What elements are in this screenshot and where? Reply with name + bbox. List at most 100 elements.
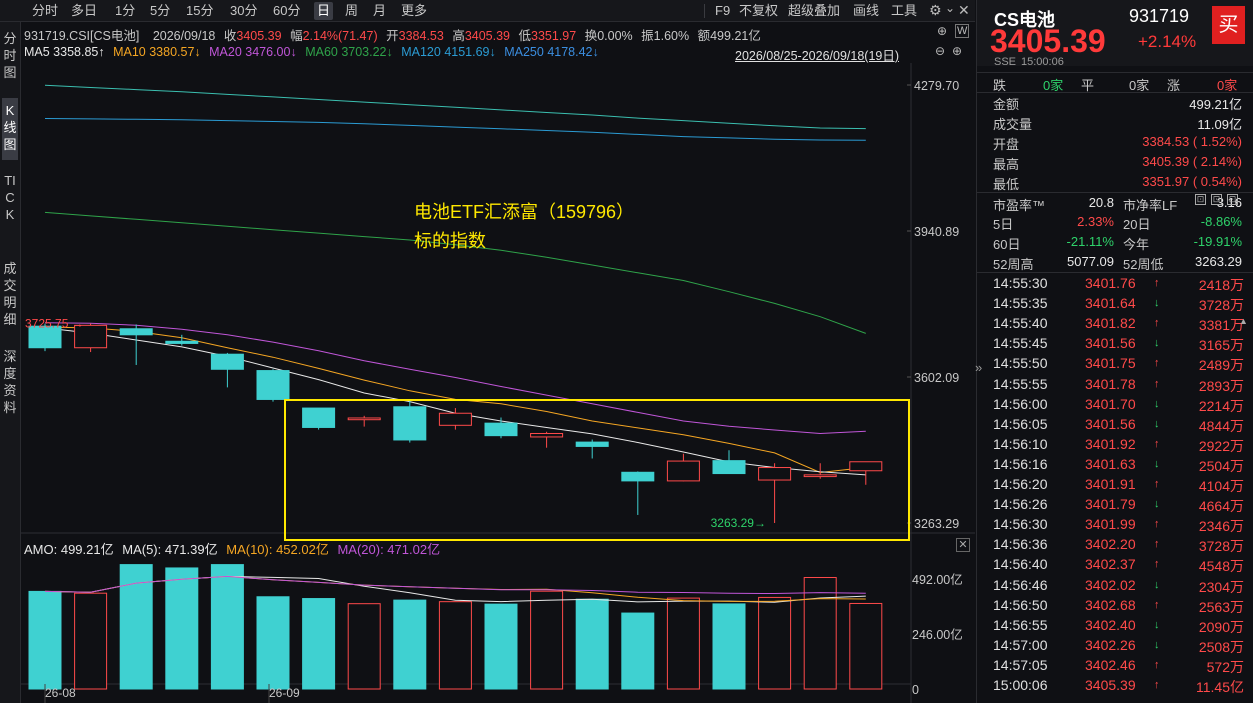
tick-volume: 3728万 (1198, 538, 1244, 555)
box-icon[interactable]: ⊡ (1195, 194, 1206, 205)
overlay-button[interactable]: 超级叠加 (785, 2, 843, 20)
tab-15min[interactable]: 15分 (183, 2, 216, 20)
candle-up (347, 417, 381, 421)
date-axis-label: 26-09 (269, 686, 300, 700)
chevron-down-icon[interactable]: ⌄ (945, 1, 955, 15)
perf-label: 20日 (1123, 217, 1151, 232)
index-code-name: 931719.CSI[CS电池] (24, 29, 140, 43)
side-tab-trades[interactable]: 成交明细 (3, 260, 17, 332)
tick-price: 3401.56 (1085, 415, 1136, 432)
low-label: 低 (518, 29, 532, 43)
quote-panel: CS电池 931719 买 3405.39 +2.14% SSE 15:00:0… (976, 0, 1253, 703)
lock-icon[interactable]: ⊕ (937, 24, 947, 38)
volume-info-row: AMO: 499.21亿 MA(5): 471.39亿 MA(10): 452.… (24, 539, 445, 558)
arrow-up-icon: ↑ (1154, 538, 1160, 551)
volume-axis-label: 246.00亿 (912, 627, 963, 642)
ma5-legend[interactable]: MA5 3358.85↑ (24, 45, 105, 59)
buy-button[interactable]: 买 (1212, 6, 1245, 44)
tick-volume: 2214万 (1198, 397, 1244, 414)
tick-price: 3402.40 (1085, 616, 1136, 633)
close-icon[interactable]: ✕ (958, 2, 970, 19)
stat-value: 3351.97 ( 0.54%) (1142, 174, 1242, 189)
tab-timeshare[interactable]: 分时 (29, 2, 61, 20)
date-range-label[interactable]: 2026/08/25-2026/09/18(19日) (735, 45, 899, 64)
stat-row: 金额 499.21亿 (977, 92, 1253, 112)
side-tab-depth[interactable]: 深度资料 (3, 348, 17, 420)
max-price-label: 3725.75 → (25, 317, 84, 331)
tick-row: 14:56:46 3402.02 ↓ 2304万 (977, 576, 1253, 596)
scroll-up-icon[interactable]: ▲ (1239, 316, 1248, 326)
tab-day[interactable]: 日 (314, 2, 334, 20)
plus-circle-icon[interactable]: ⊕ (952, 44, 962, 58)
side-tab-timeshare[interactable]: 分时图 (3, 30, 17, 82)
performance-row: 60日 -21.11% 今年 -19.91% (977, 232, 1253, 252)
volume-bar-down (484, 603, 518, 690)
tick-time: 14:56:16 (993, 455, 1048, 472)
expand-icon[interactable]: » (975, 360, 982, 375)
tab-more[interactable]: 更多 (398, 2, 430, 20)
box2-icon[interactable]: ⊡ (1211, 194, 1222, 205)
tab-month[interactable]: 月 (370, 2, 389, 20)
tick-time: 14:56:55 (993, 616, 1048, 633)
amount-value: 499.21亿 (710, 29, 761, 43)
ma60-legend[interactable]: MA60 3703.22↓ (305, 45, 393, 59)
vol-ma5: MA(5): 471.39亿 (122, 542, 218, 557)
tab-30min[interactable]: 30分 (227, 2, 260, 20)
perf-value: 3263.29 (1195, 254, 1242, 269)
candle-down (165, 340, 199, 344)
f9-button[interactable]: F9 (712, 2, 733, 20)
tick-time: 14:55:55 (993, 375, 1048, 392)
tab-60min[interactable]: 60分 (270, 2, 303, 20)
tick-time: 14:56:05 (993, 415, 1048, 432)
candle-up (803, 474, 837, 478)
tab-week[interactable]: 周 (342, 2, 361, 20)
exchange: SSE (994, 56, 1017, 68)
tab-5min[interactable]: 5分 (147, 2, 173, 20)
tick-time: 14:55:45 (993, 335, 1048, 352)
stat-value: 3405.39 ( 2.14%) (1142, 154, 1242, 169)
tick-row: 14:56:36 3402.20 ↑ 3728万 (977, 535, 1253, 555)
candle-down (302, 407, 336, 428)
arrow-down-icon: ↓ (1154, 578, 1160, 591)
stock-terminal: { "toolbar":{ "periods":["分时","多日","1分",… (0, 0, 1253, 703)
wechat-icon[interactable]: W (955, 24, 970, 38)
tick-price: 3401.79 (1085, 496, 1136, 513)
ma120-legend[interactable]: MA120 4151.69↓ (401, 45, 496, 59)
ma250-legend[interactable]: MA250 4178.42↓ (504, 45, 599, 59)
stat-label: 开盘 (993, 137, 1020, 152)
box3-icon[interactable]: ⊡ (1227, 194, 1238, 205)
tick-row: 14:57:05 3402.46 ↑ 572万 (977, 656, 1253, 676)
tick-time: 14:56:50 (993, 596, 1048, 613)
draw-button[interactable]: 画线 (850, 2, 882, 20)
close-pane-icon[interactable]: ✕ (956, 538, 970, 552)
tick-time: 14:57:05 (993, 656, 1048, 673)
kline-chart[interactable]: 4279.70 3940.89 3602.09 3263.29 3725.75 → 326… (21, 63, 975, 703)
turnover-label: 换 (584, 29, 598, 43)
tick-volume: 2090万 (1198, 618, 1244, 635)
tick-price: 3401.75 (1085, 355, 1136, 372)
tick-volume: 2508万 (1198, 638, 1244, 655)
change-percent: +2.14% (1138, 32, 1197, 51)
stat-row: 成交量 11.09亿 (977, 112, 1253, 132)
tab-1min[interactable]: 1分 (112, 2, 138, 20)
tick-row: 14:56:05 3401.56 ↓ 4844万 (977, 415, 1253, 435)
min-price-label: 3263.29→ (711, 516, 766, 530)
ma20-legend[interactable]: MA20 3476.00↓ (209, 45, 297, 59)
minus-circle-icon[interactable]: ⊖ (935, 44, 945, 58)
stat-label: 成交量 (993, 117, 1033, 132)
gear-icon[interactable]: ⚙ (929, 2, 942, 19)
tick-row: 14:56:00 3401.70 ↓ 2214万 (977, 395, 1253, 415)
tools-button[interactable]: 工具 (888, 2, 920, 20)
tick-row: 14:56:40 3402.37 ↑ 4548万 (977, 555, 1253, 575)
adjust-button[interactable]: 不复权 (736, 2, 781, 20)
perf-value: -19.91% (1193, 234, 1242, 249)
close-label: 收 (223, 29, 237, 43)
arrow-up-icon: ↑ (1154, 478, 1160, 490)
ma10-legend[interactable]: MA10 3380.57↓ (113, 45, 201, 59)
side-tab-tick[interactable]: TICK (3, 172, 17, 250)
volume-bar-down (302, 598, 336, 690)
ma-legend-row: MA5 3358.85↑ MA10 3380.57↓ MA20 3476.00↓… (24, 45, 604, 59)
tab-multiday[interactable]: 多日 (68, 2, 100, 20)
stat-value: 11.09亿 (1197, 117, 1242, 132)
side-tab-kline[interactable]: K线图 (2, 98, 18, 160)
